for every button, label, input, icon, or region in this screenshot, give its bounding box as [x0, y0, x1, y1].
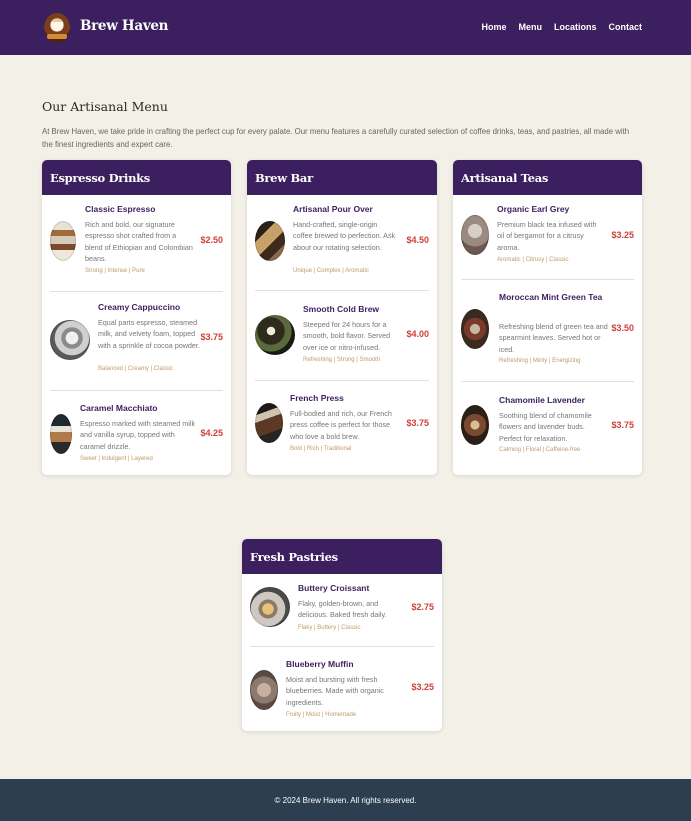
card-header: Espresso Drinks: [42, 160, 231, 195]
item-price: $3.25: [611, 230, 634, 240]
espresso-photo-icon: [50, 221, 76, 261]
cold-brew-photo-icon: [255, 315, 295, 355]
item-price: $3.75: [406, 418, 429, 428]
item-tags: Bold | Rich | Traditional: [290, 446, 352, 452]
item-price: $4.50: [406, 235, 429, 245]
site-footer: © 2024 Brew Haven. All rights reserved.: [0, 779, 691, 821]
chamomile-photo-icon: [461, 405, 489, 445]
item-name: Smooth Cold Brew: [303, 304, 380, 314]
item-name: Chamomile Lavender: [499, 395, 585, 405]
item-price: $2.75: [411, 602, 434, 612]
item-tags: Sweet | Indulgent | Layered: [80, 456, 153, 462]
item-name: Caramel Macchiato: [80, 403, 158, 413]
menu-item[interactable]: Moroccan Mint Green Tea Refreshing blend…: [453, 279, 642, 381]
card-header: Fresh Pastries: [242, 539, 442, 574]
card-title: Espresso Drinks: [50, 170, 150, 185]
item-name: French Press: [290, 393, 344, 403]
item-tags: Calming | Floral | Caffeine-free: [499, 447, 581, 453]
item-description: Flaky, golden-brown, and delicious. Bake…: [298, 599, 387, 620]
item-name: Creamy Cappuccino: [98, 302, 181, 312]
menu-item[interactable]: Creamy Cappuccino Equal parts espresso, …: [42, 291, 231, 391]
site-header: Brew Haven Home Menu Locations Contact: [0, 0, 691, 55]
item-price: $2.50: [200, 235, 223, 245]
brand-name[interactable]: Brew Haven: [80, 18, 168, 34]
item-tags: Refreshing | Minty | Energizing: [499, 358, 581, 364]
item-description: Soothing blend of chamomile flowers and …: [499, 411, 592, 443]
menu-item[interactable]: French Press Full-bodied and rich, our F…: [247, 380, 437, 475]
macchiato-photo-icon: [50, 414, 72, 454]
card-header: Artisanal Teas: [453, 160, 642, 195]
croissant-photo-icon: [250, 587, 290, 627]
item-description: Steeped for 24 hours for a smooth, bold …: [303, 320, 391, 352]
item-description: Refreshing blend of green tea and spearm…: [499, 322, 608, 354]
intro-text: At Brew Haven, we take pride in crafting…: [42, 127, 630, 149]
item-name: Artisanal Pour Over: [293, 204, 373, 214]
item-description: Espresso marked with steamed milk and va…: [80, 419, 196, 451]
card-header: Brew Bar: [247, 160, 437, 195]
item-description: Hand-crafted, single-origin coffee brewe…: [293, 220, 396, 252]
item-price: $3.25: [411, 682, 434, 692]
item-tags: Flaky | Buttery | Classic: [298, 625, 361, 631]
item-tags: Balanced | Creamy | Classic: [98, 366, 174, 372]
card-title: Brew Bar: [255, 170, 313, 185]
menu-item[interactable]: Chamomile Lavender Soothing blend of cha…: [453, 381, 642, 475]
menu-card-teas: Artisanal Teas Organic Earl Grey Premium…: [453, 160, 642, 475]
muffin-photo-icon: [250, 670, 278, 710]
item-description: Moist and bursting with fresh blueberrie…: [286, 675, 384, 707]
item-description: Equal parts espresso, steamed milk, and …: [98, 318, 200, 350]
item-tags: Fruity | Moist | Homemade: [286, 712, 357, 718]
item-description: Full-bodied and rich, our French press c…: [290, 409, 392, 441]
menu-item[interactable]: Classic Espresso Rich and bold, our sign…: [42, 195, 231, 291]
menu-item[interactable]: Smooth Cold Brew Steeped for 24 hours fo…: [247, 290, 437, 380]
item-price: $4.25: [200, 428, 223, 438]
item-description: Rich and bold, our signature espresso sh…: [85, 220, 193, 263]
menu-item[interactable]: Caramel Macchiato Espresso marked with s…: [42, 390, 231, 475]
item-name: Organic Earl Grey: [497, 204, 570, 214]
item-name: Buttery Croissant: [298, 583, 370, 593]
menu-item[interactable]: Buttery Croissant Flaky, golden-brown, a…: [242, 574, 442, 646]
item-name: Classic Espresso: [85, 204, 156, 214]
copyright-text: © 2024 Brew Haven. All rights reserved.: [274, 796, 417, 805]
french-press-photo-icon: [255, 403, 283, 443]
mint-tea-photo-icon: [461, 309, 489, 349]
item-price: $3.75: [611, 420, 634, 430]
cappuccino-photo-icon: [50, 320, 90, 360]
item-name: Blueberry Muffin: [286, 659, 354, 669]
page-title: Our Artisanal Menu: [42, 99, 168, 114]
main-nav: Home Menu Locations Contact: [481, 22, 642, 32]
item-price: $3.50: [611, 323, 634, 333]
item-price: $3.75: [200, 332, 223, 342]
nav-menu-link[interactable]: Menu: [518, 22, 542, 32]
item-tags: Unique | Complex | Aromatic: [293, 268, 369, 274]
item-price: $4.00: [406, 329, 429, 339]
nav-home-link[interactable]: Home: [481, 22, 506, 32]
earl-grey-photo-icon: [461, 215, 489, 255]
card-title: Artisanal Teas: [461, 170, 549, 185]
menu-card-pastries: Fresh Pastries Buttery Croissant Flaky, …: [242, 539, 442, 731]
item-name: Moroccan Mint Green Tea: [499, 292, 603, 302]
pour-over-photo-icon: [255, 221, 285, 261]
menu-card-brew-bar: Brew Bar Artisanal Pour Over Hand-crafte…: [247, 160, 437, 475]
item-description: Premium black tea infused with oil of be…: [497, 220, 597, 252]
card-title: Fresh Pastries: [250, 549, 338, 564]
item-tags: Aromatic | Citrusy | Classic: [497, 257, 569, 263]
menu-card-espresso: Espresso Drinks Classic Espresso Rich an…: [42, 160, 231, 475]
menu-item[interactable]: Blueberry Muffin Moist and bursting with…: [242, 646, 442, 731]
coffee-logo-icon[interactable]: [44, 13, 70, 43]
item-tags: Strong | Intense | Pure: [85, 268, 145, 274]
item-tags: Refreshing | Strong | Smooth: [303, 357, 381, 363]
nav-locations-link[interactable]: Locations: [554, 22, 597, 32]
menu-item[interactable]: Artisanal Pour Over Hand-crafted, single…: [247, 195, 437, 291]
nav-contact-link[interactable]: Contact: [609, 22, 643, 32]
menu-item[interactable]: Organic Earl Grey Premium black tea infu…: [453, 195, 642, 279]
